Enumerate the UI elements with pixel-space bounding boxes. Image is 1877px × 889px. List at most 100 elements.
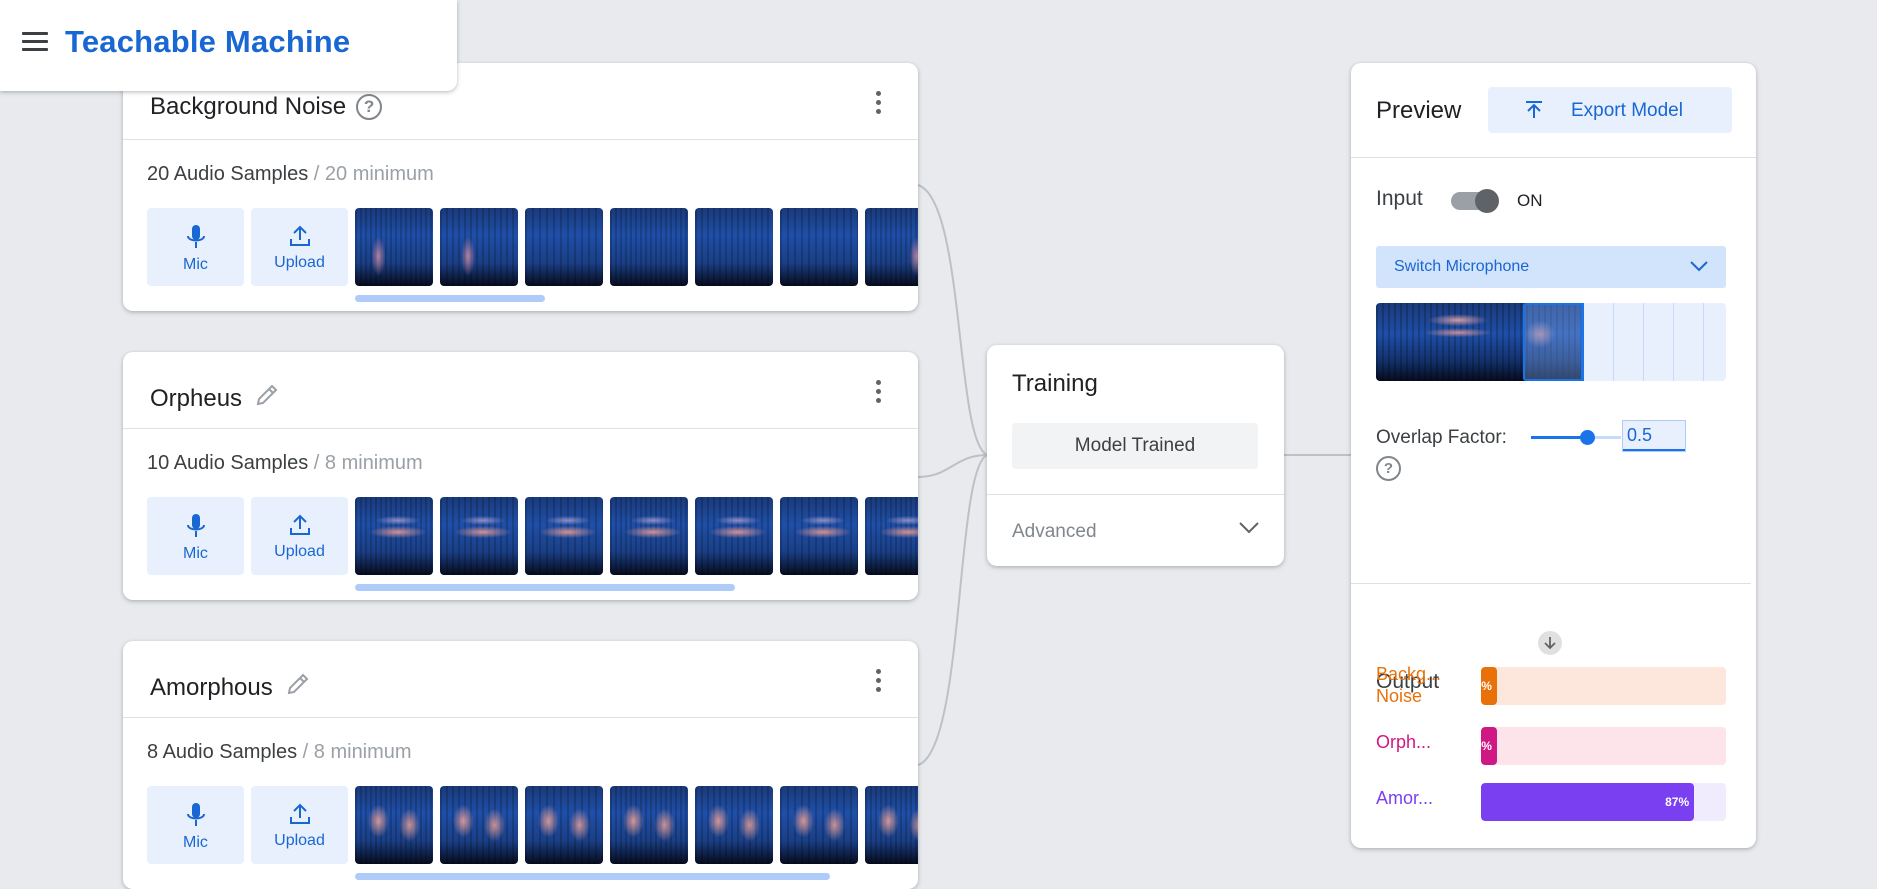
- class-name[interactable]: Amorphous: [150, 671, 311, 702]
- sample-spectrogram[interactable]: [525, 786, 603, 864]
- mic-label: Mic: [183, 256, 208, 273]
- sample-thumbnails[interactable]: [355, 208, 918, 288]
- sample-spectrogram[interactable]: [525, 497, 603, 575]
- sample-spectrogram[interactable]: [865, 497, 918, 575]
- class-card-header: Amorphous: [123, 641, 918, 718]
- sample-spectrogram[interactable]: [610, 208, 688, 286]
- horizontal-scrollbar[interactable]: [355, 584, 735, 591]
- chevron-down-icon: [1239, 522, 1259, 534]
- slider-handle[interactable]: [1580, 430, 1595, 445]
- spectrogram-grid: [1584, 303, 1726, 381]
- sample-thumbnails[interactable]: [355, 786, 918, 866]
- pencil-icon[interactable]: [285, 671, 311, 697]
- confidence-bar: %: [1481, 727, 1726, 765]
- chevron-down-icon: [1690, 261, 1708, 272]
- upload-icon: [289, 225, 310, 246]
- horizontal-scrollbar[interactable]: [355, 873, 830, 880]
- overlap-factor-input[interactable]: [1622, 420, 1686, 452]
- class-card: Orpheus 10 Audio Samples / 8 minimum Mic Up…: [123, 352, 918, 600]
- mic-button[interactable]: Mic: [147, 786, 244, 864]
- confidence-bar: 87%: [1481, 783, 1726, 821]
- advanced-toggle[interactable]: Advanced: [987, 494, 1284, 567]
- sample-thumbnails[interactable]: [355, 497, 918, 577]
- upload-label: Upload: [274, 254, 325, 271]
- mic-label: Mic: [183, 834, 208, 851]
- help-icon[interactable]: ?: [356, 94, 383, 120]
- confidence-bar: %: [1481, 667, 1726, 705]
- more-options-icon[interactable]: [876, 669, 882, 696]
- confidence-fill: %: [1481, 667, 1497, 705]
- upload-icon: [289, 514, 310, 535]
- app-title[interactable]: Teachable Machine: [65, 24, 350, 60]
- mic-label: Mic: [183, 545, 208, 562]
- sample-spectrogram[interactable]: [355, 208, 433, 286]
- class-card: Amorphous 8 Audio Samples / 8 minimum Mic U…: [123, 641, 918, 889]
- output-class-name: Backg... Noise: [1376, 664, 1442, 706]
- sample-count: 10 Audio Samples / 8 minimum: [147, 452, 423, 474]
- input-toggle[interactable]: [1451, 189, 1499, 213]
- app-header: Teachable Machine: [0, 0, 457, 91]
- horizontal-scrollbar[interactable]: [355, 295, 545, 302]
- input-label: Input: [1376, 187, 1423, 210]
- mic-button[interactable]: Mic: [147, 497, 244, 575]
- listening-window: [1523, 303, 1583, 381]
- sample-spectrogram[interactable]: [695, 786, 773, 864]
- hamburger-menu-icon[interactable]: [22, 32, 48, 52]
- output-class-name: Orph...: [1376, 732, 1432, 752]
- switch-microphone-label: Switch Microphone: [1394, 258, 1530, 275]
- live-spectrogram: [1376, 303, 1726, 381]
- confidence-fill: 87%: [1481, 783, 1695, 821]
- sample-spectrogram[interactable]: [355, 786, 433, 864]
- class-card: Background Noise? 20 Audio Samples / 20 m…: [123, 63, 918, 311]
- model-trained-button[interactable]: Model Trained: [1012, 423, 1258, 469]
- training-title: Training: [1012, 370, 1098, 397]
- upload-button[interactable]: Upload: [251, 208, 348, 286]
- upload-label: Upload: [274, 832, 325, 849]
- microphone-icon: [186, 514, 205, 537]
- sample-spectrogram[interactable]: [865, 208, 918, 286]
- sample-spectrogram[interactable]: [440, 208, 518, 286]
- sample-spectrogram[interactable]: [865, 786, 918, 864]
- export-model-button[interactable]: Export Model: [1488, 87, 1732, 133]
- class-name[interactable]: Orpheus: [150, 382, 280, 413]
- export-model-label: Export Model: [1571, 100, 1683, 121]
- sample-spectrogram[interactable]: [440, 786, 518, 864]
- switch-microphone-select[interactable]: Switch Microphone: [1376, 246, 1726, 288]
- upload-button[interactable]: Upload: [251, 497, 348, 575]
- sample-spectrogram[interactable]: [780, 497, 858, 575]
- mic-button[interactable]: Mic: [147, 208, 244, 286]
- overlap-factor-label: Overlap Factor:: [1376, 427, 1507, 448]
- sample-spectrogram[interactable]: [525, 208, 603, 286]
- sample-spectrogram[interactable]: [440, 497, 518, 575]
- divider: [1351, 583, 1751, 584]
- sample-spectrogram[interactable]: [610, 497, 688, 575]
- preview-title: Preview: [1376, 97, 1462, 124]
- sample-spectrogram[interactable]: [610, 786, 688, 864]
- help-icon[interactable]: ?: [1376, 456, 1401, 481]
- upload-label: Upload: [274, 543, 325, 560]
- arrow-down-icon: [1538, 631, 1562, 655]
- more-options-icon[interactable]: [876, 380, 882, 407]
- sample-count: 8 Audio Samples / 8 minimum: [147, 741, 412, 763]
- upload-button[interactable]: Upload: [251, 786, 348, 864]
- overlap-factor-slider[interactable]: [1531, 430, 1621, 445]
- class-name[interactable]: Background Noise?: [150, 93, 383, 121]
- more-options-icon[interactable]: [876, 91, 882, 118]
- output-class-name: Amor...: [1376, 788, 1434, 808]
- microphone-icon: [186, 225, 205, 248]
- pencil-icon[interactable]: [254, 382, 280, 408]
- advanced-label: Advanced: [1012, 521, 1097, 542]
- sample-spectrogram[interactable]: [695, 497, 773, 575]
- sample-spectrogram[interactable]: [355, 497, 433, 575]
- preview-panel: Preview Export Model Input ON Switch Mic…: [1351, 63, 1756, 848]
- sample-spectrogram[interactable]: [780, 208, 858, 286]
- divider: [1351, 157, 1756, 158]
- sample-spectrogram[interactable]: [695, 208, 773, 286]
- sample-spectrogram[interactable]: [780, 786, 858, 864]
- microphone-icon: [186, 803, 205, 826]
- confidence-fill: %: [1481, 727, 1497, 765]
- training-panel: Training Model Trained Advanced: [987, 345, 1284, 566]
- input-toggle-state: ON: [1517, 191, 1543, 210]
- upload-icon: [289, 803, 310, 824]
- sample-count: 20 Audio Samples / 20 minimum: [147, 163, 434, 185]
